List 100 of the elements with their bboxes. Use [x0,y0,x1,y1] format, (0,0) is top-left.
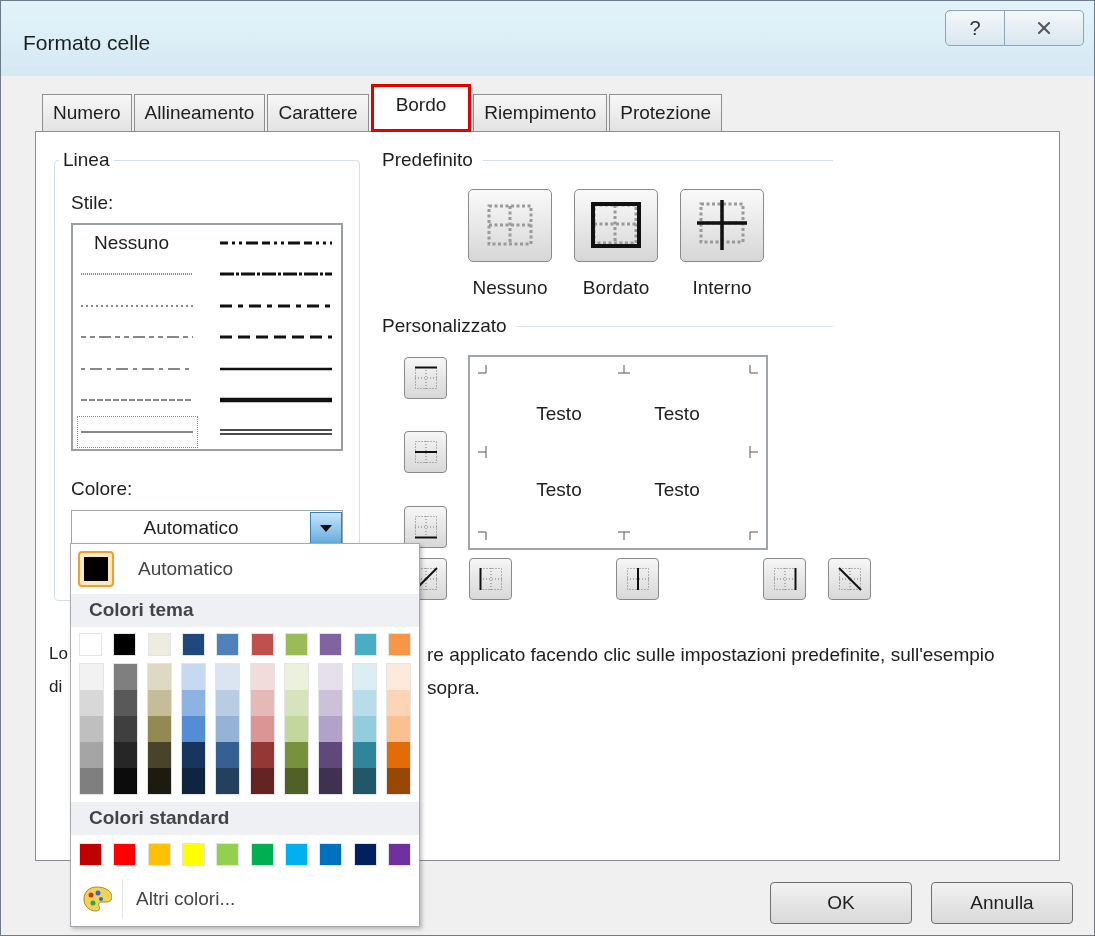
color-swatch[interactable] [113,633,137,656]
color-swatch[interactable] [148,690,172,716]
color-swatch[interactable] [387,690,410,716]
color-swatch[interactable] [182,664,206,690]
color-swatch[interactable] [284,843,308,866]
color-swatch[interactable] [182,768,206,794]
color-swatch[interactable] [319,633,343,656]
color-swatch[interactable] [113,843,137,866]
color-swatch[interactable] [353,633,377,656]
color-swatch[interactable] [79,843,102,866]
color-swatch[interactable] [147,843,171,866]
color-swatch[interactable] [284,742,308,768]
color-swatch[interactable] [318,716,342,742]
color-swatch[interactable] [250,768,274,794]
color-swatch[interactable] [216,633,240,656]
border-toggle-button[interactable] [469,557,512,600]
border-toggle-button[interactable] [404,356,447,399]
line-sample-icon [220,427,332,436]
color-swatch[interactable] [250,690,274,716]
color-swatch[interactable] [148,742,172,768]
preview-text: Testo [536,477,582,502]
dialog-button[interactable]: Annulla [931,882,1073,924]
line-sample-icon [220,396,332,405]
border-toggle-button[interactable] [404,505,447,548]
color-swatch[interactable] [250,843,274,866]
color-swatch[interactable] [182,633,205,656]
color-swatch[interactable] [284,690,308,716]
color-swatch[interactable] [216,843,240,866]
border-toggle-button[interactable] [763,557,806,600]
color-swatch[interactable] [250,716,274,742]
color-swatch[interactable] [353,843,377,866]
color-swatch[interactable] [80,664,103,690]
tab[interactable]: Carattere [267,94,369,131]
preset-button[interactable] [574,188,658,262]
color-swatch[interactable] [80,690,103,716]
line-style-list[interactable]: Nessuno [71,223,343,451]
preset-label: Bordato [582,275,650,300]
color-swatch[interactable] [387,768,410,794]
color-swatch[interactable] [114,716,138,742]
color-swatch[interactable] [284,716,308,742]
color-swatch[interactable] [318,690,342,716]
color-swatch[interactable] [182,716,206,742]
color-swatch[interactable] [319,843,343,866]
color-swatch[interactable] [114,664,138,690]
tab[interactable]: Protezione [609,94,723,131]
color-swatch[interactable] [284,633,308,656]
line-style-option[interactable]: Nessuno [77,227,198,259]
color-swatch[interactable] [284,768,308,794]
border-toggle-button[interactable] [828,557,871,600]
color-swatch[interactable] [250,664,274,690]
color-swatch[interactable] [79,633,102,656]
color-swatch[interactable] [387,716,410,742]
color-swatch[interactable] [352,664,376,690]
more-colors-option[interactable]: Altri colori... [71,874,419,924]
color-swatch[interactable] [250,742,274,768]
color-swatch[interactable] [80,768,103,794]
color-swatch[interactable] [284,664,308,690]
color-swatch[interactable] [147,633,171,656]
color-swatch[interactable] [80,742,103,768]
tab[interactable]: Bordo [370,84,472,132]
color-swatch[interactable] [216,716,240,742]
color-swatch[interactable] [318,742,342,768]
color-swatch[interactable] [352,768,376,794]
color-swatch[interactable] [387,742,410,768]
color-swatch[interactable] [387,633,411,656]
help-button[interactable]: ? [945,10,1005,46]
color-swatch[interactable] [182,742,206,768]
color-swatch[interactable] [114,768,138,794]
color-swatch[interactable] [148,768,172,794]
color-swatch[interactable] [352,690,376,716]
preset-button[interactable] [680,188,764,262]
border-toggle-button[interactable] [404,431,447,473]
color-swatch[interactable] [250,633,274,656]
color-swatch[interactable] [387,843,411,866]
section-heading: Personalizzato [382,314,507,338]
color-swatch[interactable] [216,742,240,768]
color-swatch[interactable] [148,716,172,742]
section-header: Colori standard [71,802,419,835]
border-toggle-button[interactable] [616,557,659,600]
color-swatch[interactable] [80,716,103,742]
color-swatch[interactable] [216,690,240,716]
color-swatch[interactable] [182,690,206,716]
color-swatch[interactable] [148,664,172,690]
border-preview[interactable]: Testo Testo Testo Testo [468,354,768,550]
color-swatch[interactable] [387,664,410,690]
color-swatch[interactable] [216,768,240,794]
tab[interactable]: Numero [42,94,132,131]
color-swatch[interactable] [114,742,138,768]
color-swatch[interactable] [182,843,205,866]
description-text: Lo [49,644,68,663]
dialog-button[interactable]: OK [770,882,912,924]
color-swatch[interactable] [318,768,342,794]
color-swatch[interactable] [318,664,342,690]
color-swatch[interactable] [352,742,376,768]
tab[interactable]: Allineamento [133,94,266,131]
close-button[interactable] [1005,10,1084,46]
tab[interactable]: Riempimento [473,94,608,131]
color-swatch[interactable] [114,690,138,716]
color-swatch[interactable] [352,716,376,742]
color-swatch[interactable] [216,664,240,690]
